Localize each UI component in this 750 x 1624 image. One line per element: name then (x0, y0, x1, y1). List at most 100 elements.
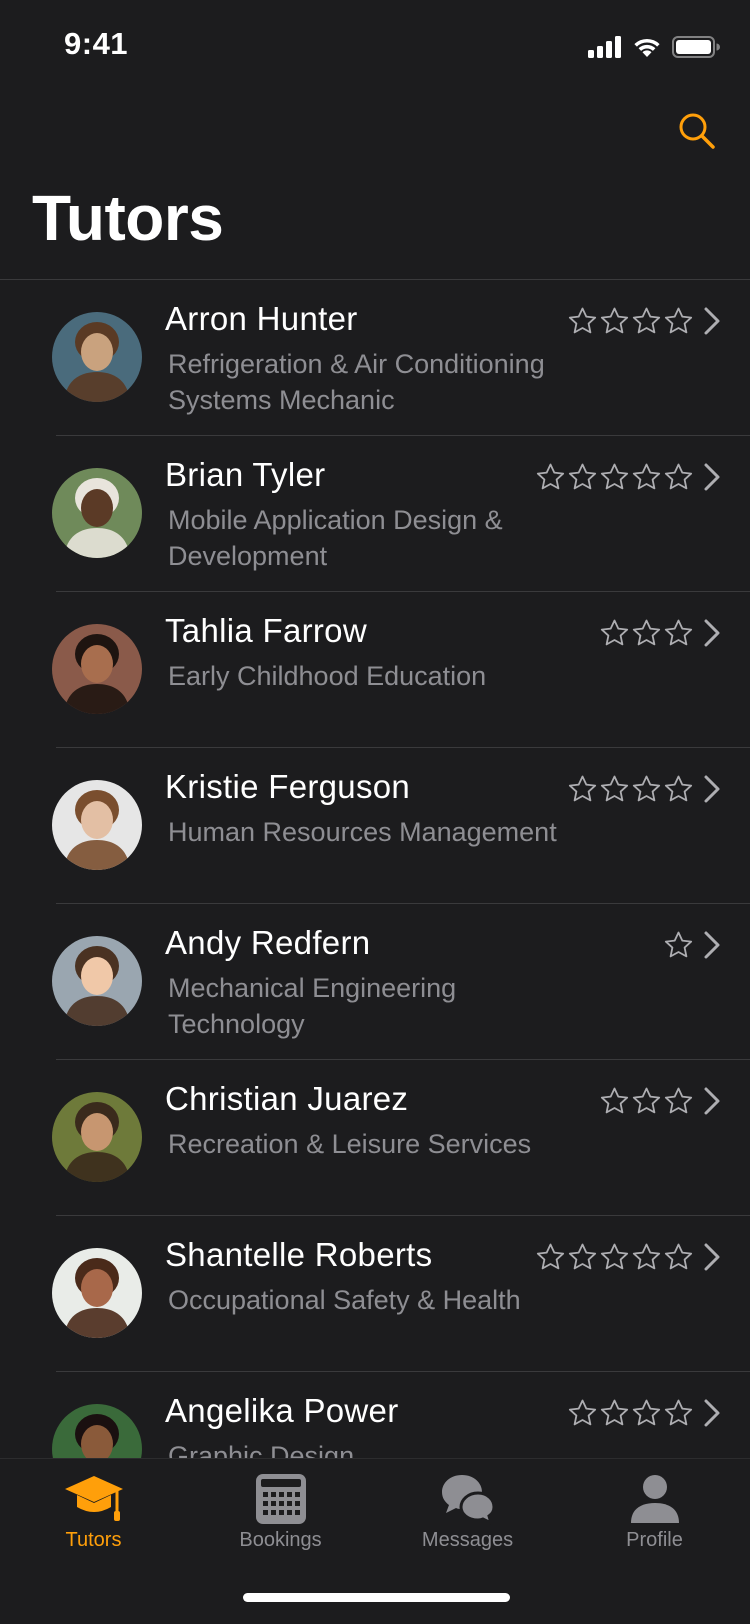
star-icon (632, 1087, 661, 1113)
star-rating (599, 1084, 694, 1118)
graduation-cap-icon (62, 1471, 126, 1527)
tutor-subject: Occupational Safety & Health (168, 1285, 521, 1315)
star-icon (632, 1399, 661, 1425)
chevron-right-icon (702, 306, 722, 336)
tutor-name: Kristie Ferguson (165, 768, 411, 805)
star-rating (663, 928, 694, 962)
star-rating (567, 304, 694, 338)
tutor-row[interactable]: Kristie Ferguson Human Resources Manageme… (0, 748, 750, 904)
tab-label: Tutors (65, 1529, 122, 1551)
tab-profile[interactable]: Profile (561, 1459, 748, 1569)
tutor-name: Tahlia Farrow (165, 612, 367, 649)
tutor-name: Christian Juarez (165, 1080, 409, 1117)
tab-label: Profile (626, 1529, 683, 1551)
wifi-icon (634, 38, 660, 57)
avatar (52, 936, 142, 1026)
star-icon (664, 1399, 693, 1425)
tutor-row[interactable]: Andy Redfern Mechanical Engineering Techn… (0, 904, 750, 1060)
tutor-subject: Mobile Application Design & Development (168, 505, 503, 571)
star-icon (568, 1399, 597, 1425)
avatar (52, 780, 142, 870)
search-button[interactable] (674, 108, 720, 154)
tutor-row[interactable]: Arron Hunter Refrigeration & Air Conditio… (0, 280, 750, 436)
star-icon (664, 463, 693, 489)
tutor-name: Arron Hunter (165, 300, 358, 337)
star-icon (568, 1243, 597, 1269)
star-rating (535, 460, 694, 494)
status-icons (588, 32, 720, 62)
tutor-name: Andy Redfern (165, 924, 371, 961)
avatar (52, 312, 142, 402)
star-icon (536, 463, 565, 489)
tutor-subject: Recreation & Leisure Services (168, 1129, 532, 1159)
avatar (52, 1248, 142, 1338)
tutor-subject: Human Resources Management (168, 817, 557, 847)
star-icon (568, 463, 597, 489)
tutors-screen: 9:41 Tutors Arron Hunter Refrigeration &… (0, 0, 750, 1624)
tab-label: Bookings (239, 1529, 322, 1551)
star-icon (600, 463, 629, 489)
star-icon (664, 307, 693, 333)
status-time: 9:41 (64, 26, 129, 61)
chevron-right-icon (702, 462, 722, 492)
chevron-right-icon (702, 774, 722, 804)
tab-messages[interactable]: Messages (374, 1459, 561, 1569)
home-indicator (243, 1593, 510, 1602)
tutor-subject: Graphic Design (168, 1441, 355, 1458)
tab-bookings[interactable]: Bookings (187, 1459, 374, 1569)
cellular-signal-icon (588, 36, 621, 58)
star-rating (535, 1240, 694, 1274)
avatar (52, 1092, 142, 1182)
chat-bubbles-icon (436, 1471, 500, 1527)
star-icon (664, 1087, 693, 1113)
star-icon (632, 463, 661, 489)
star-icon (664, 619, 693, 645)
tutor-row[interactable]: Tahlia Farrow Early Childhood Education (0, 592, 750, 748)
tutor-row[interactable]: Angelika Power Graphic Design (0, 1372, 750, 1458)
tab-tutors[interactable]: Tutors (0, 1459, 187, 1569)
star-icon (600, 1087, 629, 1113)
star-rating (567, 772, 694, 806)
star-icon (568, 775, 597, 801)
tutor-row[interactable]: Brian Tyler Mobile Application Design & D… (0, 436, 750, 592)
avatar (52, 1404, 142, 1458)
tutor-subject: Refrigeration & Air Conditioning Systems… (168, 349, 545, 415)
chevron-right-icon (702, 618, 722, 648)
star-icon (600, 1399, 629, 1425)
avatar (52, 624, 142, 714)
tutor-name: Brian Tyler (165, 456, 326, 493)
star-icon (664, 931, 693, 957)
star-icon (632, 775, 661, 801)
battery-icon (672, 36, 720, 58)
tutor-row[interactable]: Christian Juarez Recreation & Leisure Ser… (0, 1060, 750, 1216)
star-icon (600, 775, 629, 801)
avatar (52, 468, 142, 558)
page-title: Tutors (32, 182, 224, 254)
star-rating (599, 616, 694, 650)
chevron-right-icon (702, 1086, 722, 1116)
chevron-right-icon (702, 1242, 722, 1272)
star-rating (567, 1396, 694, 1430)
search-icon (679, 113, 715, 149)
tab-label: Messages (421, 1529, 514, 1551)
chevron-right-icon (702, 1398, 722, 1428)
tutor-subject: Early Childhood Education (168, 661, 487, 691)
star-icon (664, 1243, 693, 1269)
star-icon (568, 307, 597, 333)
star-icon (664, 775, 693, 801)
chevron-right-icon (702, 930, 722, 960)
tutor-list[interactable]: Arron Hunter Refrigeration & Air Conditio… (0, 280, 750, 1458)
tutor-name: Shantelle Roberts (165, 1236, 433, 1273)
tutor-name: Angelika Power (165, 1392, 399, 1429)
star-icon (600, 619, 629, 645)
status-bar: 9:41 (0, 0, 750, 92)
calendar-icon (249, 1471, 313, 1527)
star-icon (632, 619, 661, 645)
star-icon (536, 1243, 565, 1269)
star-icon (600, 307, 629, 333)
person-icon (623, 1471, 687, 1527)
star-icon (632, 307, 661, 333)
tutor-subject: Mechanical Engineering Technology (168, 973, 457, 1039)
tutor-row[interactable]: Shantelle Roberts Occupational Safety & H… (0, 1216, 750, 1372)
star-icon (600, 1243, 629, 1269)
